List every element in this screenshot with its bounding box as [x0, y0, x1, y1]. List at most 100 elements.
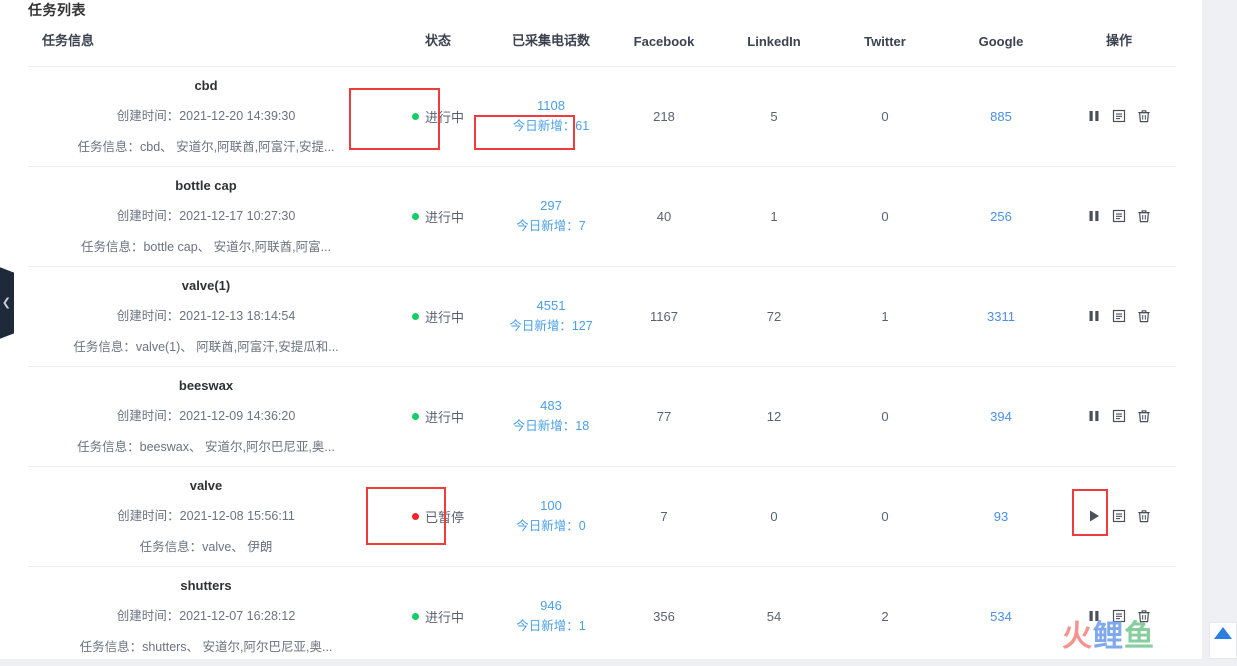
report-icon[interactable] — [1111, 208, 1127, 224]
facebook-count-cell: 7 — [610, 467, 718, 567]
back-to-top-button[interactable] — [1209, 622, 1237, 659]
operation-cell — [1062, 467, 1176, 567]
task-create-time: 创建时间：2021-12-08 15:56:11 — [28, 505, 384, 524]
status-label: 进行中 — [425, 407, 464, 426]
phone-today-added: 今日新增：1 — [516, 617, 585, 636]
linkedin-count-cell: 5 — [718, 67, 830, 167]
pause-icon[interactable] — [1086, 408, 1102, 424]
google-count-cell: 885 — [940, 67, 1062, 167]
table-header: 任务信息 状态 已采集电话数 Facebook LinkedIn Twitter… — [28, 30, 1176, 67]
status-dot-paused-icon — [412, 513, 419, 520]
twitter-count-cell-value: 1 — [881, 309, 888, 324]
task-info-cell: bottle cap创建时间：2021-12-17 10:27:30任务信息：b… — [28, 167, 384, 267]
task-table: 任务信息 状态 已采集电话数 Facebook LinkedIn Twitter… — [28, 30, 1176, 666]
task-list-page: ❮ 任务列表 任务信息 状态 已采集电话数 Facebook LinkedIn … — [0, 0, 1202, 659]
facebook-count-cell: 218 — [610, 67, 718, 167]
table-row: bottle cap创建时间：2021-12-17 10:27:30任务信息：b… — [28, 167, 1176, 267]
collected-phone-cell: 483今日新增：18 — [492, 367, 610, 467]
pause-icon[interactable] — [1086, 208, 1102, 224]
pause-icon[interactable] — [1086, 108, 1102, 124]
linkedin-count-cell: 12 — [718, 367, 830, 467]
status-dot-running-icon — [412, 213, 419, 220]
operation-buttons — [1086, 308, 1152, 324]
task-create-time: 创建时间：2021-12-07 16:28:12 — [28, 605, 384, 624]
chevron-left-icon: ❮ — [2, 298, 11, 309]
phone-total-link[interactable]: 297 — [516, 196, 585, 216]
operation-cell — [1062, 67, 1176, 167]
phone-total-link[interactable]: 946 — [516, 596, 585, 616]
task-name: cbd — [28, 78, 384, 93]
linkedin-count-cell: 1 — [718, 167, 830, 267]
report-icon[interactable] — [1111, 108, 1127, 124]
status-dot-running-icon — [412, 613, 419, 620]
facebook-count-cell-value: 7 — [660, 509, 667, 524]
report-icon[interactable] — [1111, 308, 1127, 324]
phone-count-group: 4551今日新增：127 — [509, 296, 592, 337]
table-row: beeswax 创建时间：2021-12-09 14:36:20 任务信息：bees… — [28, 367, 1176, 467]
task-create-time: 创建时间：2021-12-17 10:27:30 — [28, 205, 384, 224]
delete-icon[interactable] — [1136, 108, 1152, 124]
google-count-link[interactable]: 394 — [990, 409, 1012, 424]
status-cell: 进行中 — [384, 367, 492, 467]
column-header-status: 状态 — [384, 30, 492, 67]
operation-buttons — [1086, 508, 1152, 524]
delete-icon[interactable] — [1136, 208, 1152, 224]
table-row: valve(1)创建时间：2021-12-13 18:14:54任务信息：val… — [28, 267, 1176, 367]
status-label: 进行中 — [425, 107, 464, 126]
table-header-row: 任务信息 状态 已采集电话数 Facebook LinkedIn Twitter… — [28, 30, 1176, 67]
phone-total-link[interactable]: 483 — [513, 396, 589, 416]
task-create-time: 创建时间：2021-12-09 14:36:20 — [28, 405, 384, 424]
status-cell: 已暂停 — [384, 467, 492, 567]
google-count-cell: 3311 — [940, 267, 1062, 367]
collected-phone-cell: 4551今日新增：127 — [492, 267, 610, 367]
google-count-link[interactable]: 3311 — [987, 309, 1015, 324]
phone-total-link[interactable]: 1108 — [513, 96, 589, 116]
operation-buttons — [1086, 208, 1152, 224]
linkedin-count-cell-value: 5 — [770, 109, 777, 124]
twitter-count-cell: 1 — [830, 267, 940, 367]
status-badge: 已暂停 — [412, 507, 464, 526]
pause-icon[interactable] — [1086, 308, 1102, 324]
google-count-link[interactable]: 256 — [990, 209, 1012, 224]
task-info-cell: valve创建时间：2021-12-08 15:56:11任务信息：valve、… — [28, 467, 384, 567]
twitter-count-cell: 0 — [830, 67, 940, 167]
linkedin-count-cell-value: 72 — [767, 309, 781, 324]
status-badge: 进行中 — [412, 407, 464, 426]
delete-icon[interactable] — [1136, 308, 1152, 324]
linkedin-count-cell-value: 1 — [770, 209, 777, 224]
facebook-count-cell: 356 — [610, 567, 718, 666]
delete-icon[interactable] — [1136, 408, 1152, 424]
task-detail-info: 任务信息：shutters、 安道尔,阿尔巴尼亚,奥... — [28, 636, 384, 655]
play-icon[interactable] — [1086, 508, 1102, 524]
google-count-link[interactable]: 534 — [990, 609, 1012, 624]
page-title: 任务列表 — [28, 0, 86, 20]
task-name: beeswax — [28, 378, 384, 393]
column-header-facebook: Facebook — [610, 30, 718, 67]
operation-cell — [1062, 267, 1176, 367]
sidebar-collapse-handle[interactable]: ❮ — [0, 265, 14, 341]
linkedin-count-cell-value: 54 — [767, 609, 781, 624]
watermark-char-3: 鱼 — [1124, 619, 1155, 654]
collected-phone-cell: 946今日新增：1 — [492, 567, 610, 666]
twitter-count-cell-value: 0 — [881, 209, 888, 224]
google-count-link[interactable]: 885 — [990, 109, 1012, 124]
twitter-count-cell: 2 — [830, 567, 940, 666]
phone-total-link[interactable]: 4551 — [509, 296, 592, 316]
task-info-cell: cbd创建时间：2021-12-20 14:39:30任务信息：cbd、 安道尔… — [28, 67, 384, 167]
report-icon[interactable] — [1111, 408, 1127, 424]
google-count-link[interactable]: 93 — [994, 509, 1008, 524]
watermark: 火鲤鱼 — [1062, 622, 1155, 652]
twitter-count-cell-value: 0 — [881, 109, 888, 124]
report-icon[interactable] — [1111, 508, 1127, 524]
linkedin-count-cell-value: 0 — [770, 509, 777, 524]
status-badge: 进行中 — [412, 207, 464, 226]
delete-icon[interactable] — [1136, 508, 1152, 524]
twitter-count-cell-value: 2 — [881, 609, 888, 624]
phone-total-link[interactable]: 100 — [516, 496, 585, 516]
watermark-char-2: 鲤 — [1093, 619, 1124, 654]
twitter-count-cell-value: 0 — [881, 509, 888, 524]
task-detail-info: 任务信息：valve、 伊朗 — [28, 536, 384, 555]
linkedin-count-cell: 54 — [718, 567, 830, 666]
task-detail-info: 任务信息：beeswax、 安道尔,阿尔巴尼亚,奥... — [28, 436, 384, 455]
facebook-count-cell-value: 218 — [653, 109, 675, 124]
